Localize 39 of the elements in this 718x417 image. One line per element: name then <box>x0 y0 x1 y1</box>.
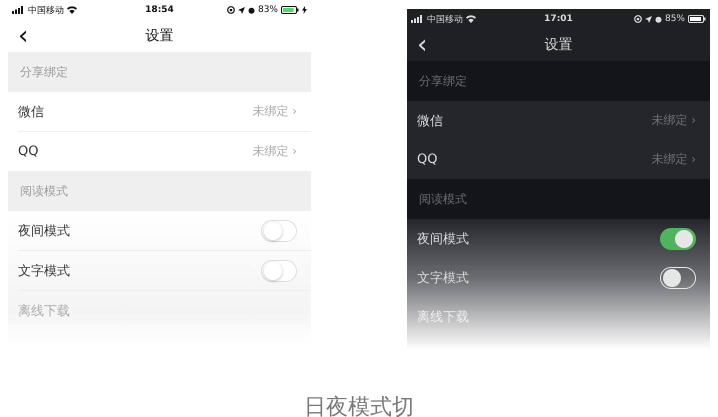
location-icon <box>644 16 652 22</box>
carrier-name: 中国移动 <box>28 4 64 16</box>
bind-status-link[interactable]: 未绑定 › <box>651 151 696 168</box>
wifi-icon <box>67 6 77 14</box>
section-header: 阅读模式 <box>8 171 311 211</box>
row-label: 离线下载 <box>417 308 469 326</box>
row-label: 夜间模式 <box>18 222 70 240</box>
carrier-name: 中国移动 <box>427 14 463 26</box>
section-header: 分享绑定 <box>407 61 710 101</box>
wifi-icon <box>466 15 476 23</box>
row-label: QQ <box>18 144 38 159</box>
battery-percent: 83% <box>258 5 278 15</box>
back-button[interactable]: ‹ <box>8 23 28 49</box>
toggle-switch[interactable] <box>660 228 696 250</box>
screen-title: 设置 <box>146 27 174 45</box>
battery-icon <box>688 15 706 23</box>
bind-status-link[interactable]: 未绑定 › <box>651 112 696 129</box>
battery-percent: 85% <box>664 14 685 24</box>
bind-status-link[interactable]: 未绑定 › <box>252 143 297 160</box>
battery-icon <box>281 6 299 14</box>
row-label: 微信 <box>417 112 443 130</box>
row-label: 文字模式 <box>18 262 70 280</box>
status-time: 18:54 <box>145 5 174 15</box>
section-header: 分享绑定 <box>8 52 311 92</box>
row-label: 夜间模式 <box>417 230 469 248</box>
location-icon <box>238 6 245 14</box>
row-label: 离线下载 <box>18 302 70 320</box>
signal-icon <box>411 15 424 23</box>
section-header: 阅读模式 <box>407 179 710 219</box>
lock-rotation-icon <box>226 6 235 14</box>
status-time: 17:01 <box>544 14 573 24</box>
row-label: QQ <box>417 152 438 167</box>
screen-title: 设置 <box>544 36 572 54</box>
back-button[interactable]: ‹ <box>407 32 428 58</box>
bind-status-link[interactable]: 未绑定 › <box>252 103 297 120</box>
lock-rotation-icon <box>634 15 642 23</box>
row-label: 微信 <box>18 104 44 120</box>
row-label: 文字模式 <box>417 270 469 286</box>
signal-icon <box>12 6 25 14</box>
